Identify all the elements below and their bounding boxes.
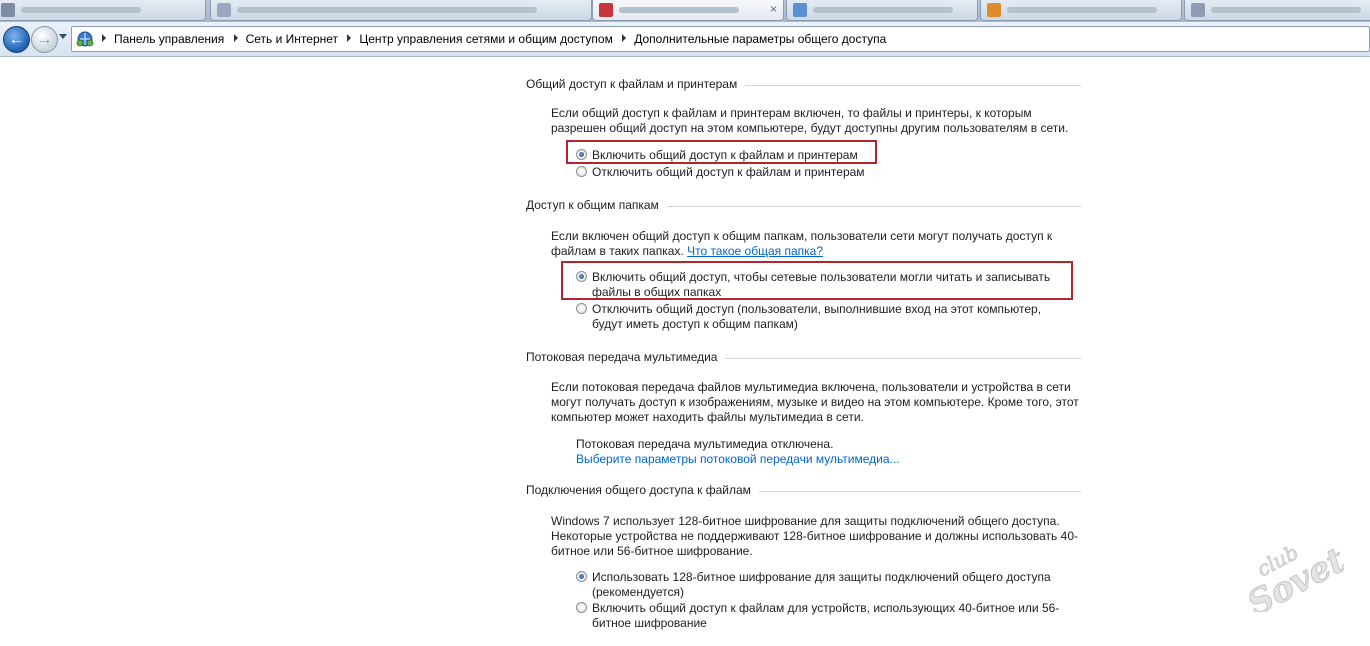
section-description: Если общий доступ к файлам и принтерам в… [551,106,1069,135]
breadcrumb-separator-icon[interactable] [347,34,352,43]
section-heading-text: Потоковая передача мультимедиа [526,350,726,364]
tab-title-blurred [21,7,141,13]
tab-favicon-icon [793,3,807,17]
browser-tab[interactable] [0,0,206,21]
tab-favicon-icon [1191,3,1205,17]
radio-button[interactable] [576,166,587,177]
radio-button[interactable] [576,303,587,314]
section-description: Windows 7 использует 128-битное шифрован… [551,514,1078,558]
section-heading-text: Доступ к общим папкам [526,198,667,212]
section-description: Если потоковая передача файлов мультимед… [551,380,1079,424]
tab-title-blurred [237,7,537,13]
back-arrow-icon[interactable]: ← [3,26,30,53]
section-heading-media-streaming: Потоковая передача мультимедиа [526,350,1081,366]
radio-button-checked[interactable] [576,271,587,282]
network-icon [76,31,94,47]
section-heading-public-folder-sharing: Доступ к общим папкам [526,198,1081,214]
tab-title-blurred [1007,7,1157,13]
radio-label[interactable]: Использовать 128-битное шифрование для з… [592,570,1072,600]
breadcrumb-separator-icon[interactable] [102,34,106,43]
browser-tab[interactable] [210,0,592,21]
address-bar[interactable]: Панель управления Сеть и Интернет Центр … [71,26,1370,52]
radio-option-enable-file-printer-sharing[interactable]: Включить общий доступ к файлам и принтер… [576,148,1076,163]
forward-arrow-icon[interactable]: → [31,26,58,53]
tab-favicon-icon [987,3,1001,17]
tab-close-icon[interactable]: × [770,2,777,16]
breadcrumb-separator-icon[interactable] [622,34,627,43]
radio-option-disable-public-folder-sharing[interactable]: Отключить общий доступ (пользователи, вы… [576,302,1076,332]
advanced-sharing-settings: Общий доступ к файлам и принтерам Если о… [0,57,1370,646]
media-streaming-options-link[interactable]: Выберите параметры потоковой передачи му… [576,452,1076,467]
browser-tab[interactable] [980,0,1182,21]
radio-option-enable-public-folder-sharing[interactable]: Включить общий доступ, чтобы сетевые пол… [576,270,1076,300]
explorer-navigation-bar: ← → Панель управления Сеть и Интернет Це… [0,22,1370,57]
section-heading-file-printer-sharing: Общий доступ к файлам и принтерам [526,77,1081,93]
radio-button-checked[interactable] [576,571,587,582]
section-description: Если включен общий доступ к общим папкам… [551,229,1081,259]
radio-label[interactable]: Отключить общий доступ к файлам и принте… [592,165,1072,180]
radio-option-128-bit-encryption[interactable]: Использовать 128-битное шифрование для з… [576,570,1076,600]
recent-pages-dropdown-icon[interactable] [59,34,67,39]
radio-button[interactable] [576,602,587,613]
breadcrumb-item-network-center[interactable]: Центр управления сетями и общим доступом [359,32,613,46]
radio-button-checked[interactable] [576,149,587,160]
radio-option-disable-file-printer-sharing[interactable]: Отключить общий доступ к файлам и принте… [576,165,1076,180]
browser-tab[interactable] [1184,0,1370,21]
radio-option-40-56-bit-encryption[interactable]: Включить общий доступ к файлам для устро… [576,601,1076,631]
browser-tab-strip: × [0,0,1370,22]
breadcrumb-separator-icon[interactable] [233,34,238,43]
breadcrumb-item-network-internet[interactable]: Сеть и Интернет [246,32,338,46]
section-heading-text: Подключения общего доступа к файлам [526,483,759,497]
media-streaming-options-link-text[interactable]: Выберите параметры потоковой передачи му… [576,452,900,466]
club-sovet-watermark-logo: club Sovet [1241,540,1344,612]
browser-tab-active[interactable]: × [592,0,784,21]
tab-title-blurred [813,7,953,13]
radio-label[interactable]: Включить общий доступ, чтобы сетевые пол… [592,270,1072,300]
radio-label[interactable]: Включить общий доступ к файлам и принтер… [592,148,1072,163]
breadcrumb-item-advanced-sharing[interactable]: Дополнительные параметры общего доступа [634,32,886,46]
tab-title-blurred [1211,7,1361,13]
tab-favicon-icon [599,3,613,17]
tab-title-blurred [619,7,739,13]
tab-favicon-icon [1,3,15,17]
media-streaming-status-text: Потоковая передача мультимедиа отключена… [576,437,834,451]
breadcrumb: Панель управления Сеть и Интернет Центр … [98,31,886,46]
media-streaming-status: Потоковая передача мультимедиа отключена… [576,437,1076,452]
breadcrumb-item-control-panel[interactable]: Панель управления [114,32,224,46]
section-heading-file-sharing-connections: Подключения общего доступа к файлам [526,483,1081,499]
radio-label[interactable]: Включить общий доступ к файлам для устро… [592,601,1072,631]
radio-label[interactable]: Отключить общий доступ (пользователи, вы… [592,302,1072,332]
section-heading-text: Общий доступ к файлам и принтерам [526,77,746,91]
what-is-public-folder-link[interactable]: Что такое общая папка? [687,244,823,258]
browser-tab[interactable] [786,0,978,21]
tab-favicon-icon [217,3,231,17]
